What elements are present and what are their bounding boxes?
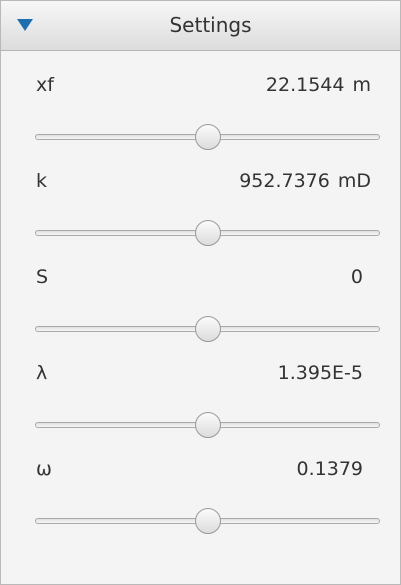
panel-title: Settings [169,13,252,37]
param-slider-lambda[interactable] [35,412,380,440]
param-value: 0.1379 [296,458,363,480]
slider-thumb[interactable] [194,220,221,246]
param-value-display: 952.7376 mD [239,170,371,192]
param-value: 1.395E-5 [277,362,363,384]
param-value: 22.1544 [265,74,345,96]
param-row-omega: ω 0.1379 [1,448,400,548]
param-value-display: 22.1544 m [266,74,371,96]
param-value: 952.7376 [239,170,330,192]
param-slider-k[interactable] [35,220,380,248]
param-row-s: S 0 [1,256,400,356]
param-slider-xf[interactable] [35,124,380,152]
param-slider-omega[interactable] [35,508,380,536]
slider-thumb[interactable] [194,412,221,438]
param-label: S [36,266,49,288]
param-unit: mD [337,170,371,192]
param-unit: m [352,74,371,96]
param-value-display: 0.1379 [297,458,371,480]
param-value-display: 0 [351,266,371,288]
settings-titlebar[interactable]: Settings [1,1,400,51]
param-label: xf [36,74,54,96]
param-value: 0 [350,266,363,288]
slider-thumb[interactable] [194,124,221,150]
param-label: λ [36,362,48,384]
param-row-lambda: λ 1.395E-5 [1,352,400,452]
param-row-xf: xf 22.1544 m [1,64,400,164]
settings-panel: Settings xf 22.1544 m k 952.7376 mD S 0 λ … [0,0,401,585]
param-row-k: k 952.7376 mD [1,160,400,260]
param-value-display: 1.395E-5 [278,362,371,384]
param-label: k [36,170,48,192]
param-label: ω [36,458,52,480]
slider-thumb[interactable] [194,508,221,534]
slider-thumb[interactable] [194,316,221,342]
param-slider-s[interactable] [35,316,380,344]
